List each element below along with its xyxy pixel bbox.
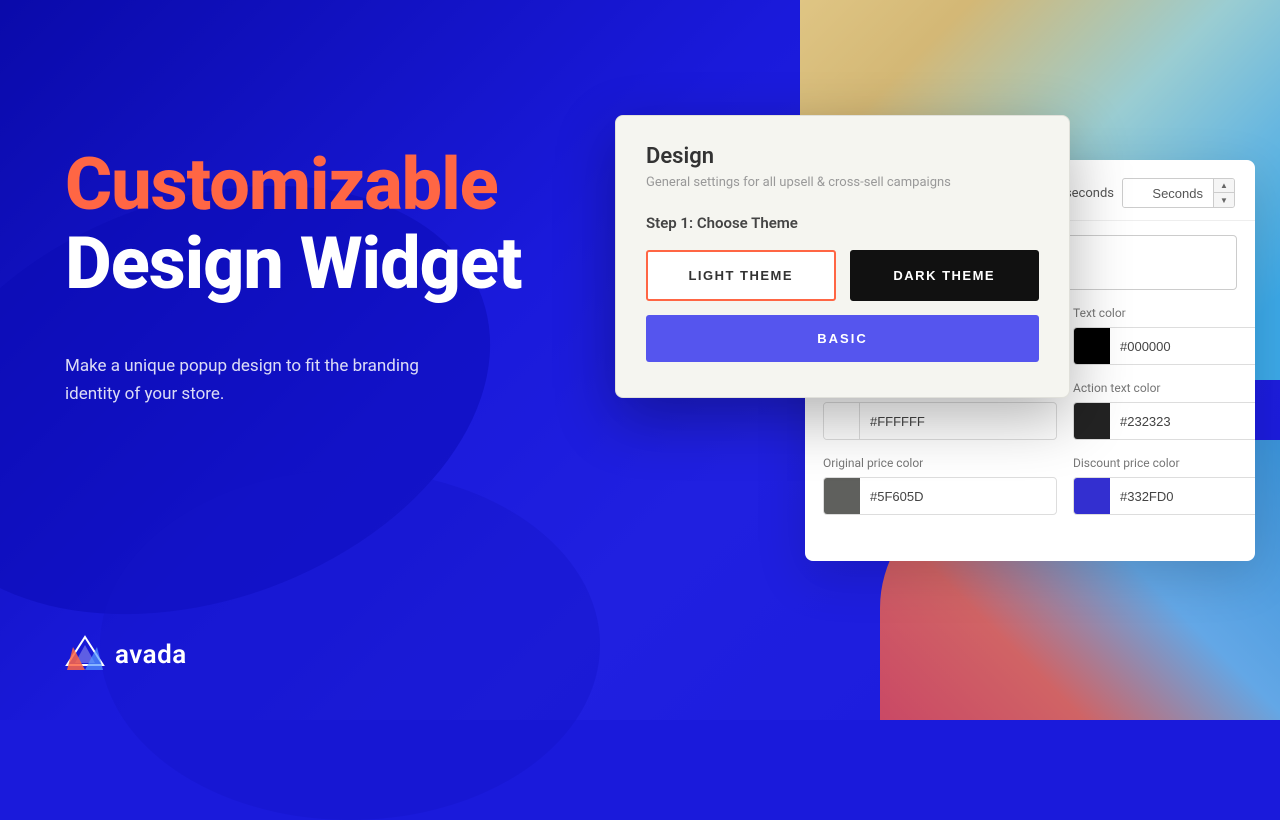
action-color-input[interactable]: [860, 406, 1056, 437]
basic-theme-button[interactable]: BASIC: [646, 315, 1039, 362]
seconds-input-wrap: ▲ ▼: [1122, 178, 1235, 208]
action-text-color-label: Action text color: [1073, 381, 1255, 395]
original-price-color-input-wrap: [823, 477, 1057, 515]
seconds-down-arrow[interactable]: ▼: [1214, 193, 1234, 207]
dialog-title: Design: [646, 144, 1039, 169]
design-dialog: Design General settings for all upsell &…: [615, 115, 1070, 398]
discount-price-color-field: Discount price color: [1073, 456, 1255, 515]
action-color-input-wrap: [823, 402, 1057, 440]
action-text-color-input-wrap: [1073, 402, 1255, 440]
discount-price-color-swatch[interactable]: [1074, 478, 1110, 514]
title-line2: Design Widget: [65, 224, 565, 303]
text-color-input-wrap: [1073, 327, 1255, 365]
seconds-label: seconds: [1065, 186, 1114, 201]
text-color-swatch[interactable]: [1074, 328, 1110, 364]
text-color-field: Text color: [1073, 306, 1255, 365]
action-color-swatch[interactable]: [824, 403, 860, 439]
original-price-color-swatch[interactable]: [824, 478, 860, 514]
dark-theme-button[interactable]: DARK THEME: [850, 250, 1040, 301]
theme-buttons-row: LIGHT THEME DARK THEME: [646, 250, 1039, 301]
discount-price-color-label: Discount price color: [1073, 456, 1255, 470]
action-text-color-swatch[interactable]: [1074, 403, 1110, 439]
step-label: Step 1: Choose Theme: [646, 214, 1039, 232]
text-color-input[interactable]: [1110, 331, 1255, 362]
subtitle: Make a unique popup design to fit the br…: [65, 353, 435, 407]
seconds-input[interactable]: [1123, 180, 1213, 207]
logo-text: avada: [115, 640, 187, 670]
logo: avada: [65, 635, 187, 675]
logo-icon: [65, 635, 105, 675]
title-line1: Customizable: [65, 145, 565, 224]
color-row-3: Original price color Discount price colo…: [823, 456, 1237, 515]
discount-price-color-input-wrap: [1073, 477, 1255, 515]
light-theme-button[interactable]: LIGHT THEME: [646, 250, 836, 301]
original-price-color-field: Original price color: [823, 456, 1057, 515]
dialog-subtitle: General settings for all upsell & cross-…: [646, 175, 1039, 190]
original-price-color-input[interactable]: [860, 481, 1056, 512]
discount-price-color-input[interactable]: [1110, 481, 1255, 512]
seconds-up-arrow[interactable]: ▲: [1214, 179, 1234, 193]
original-price-color-label: Original price color: [823, 456, 1057, 470]
text-color-label: Text color: [1073, 306, 1255, 320]
action-text-color-input[interactable]: [1110, 406, 1255, 437]
action-text-color-field: Action text color: [1073, 381, 1255, 440]
left-content: Customizable Design Widget Make a unique…: [65, 145, 565, 408]
seconds-arrows: ▲ ▼: [1213, 179, 1234, 207]
